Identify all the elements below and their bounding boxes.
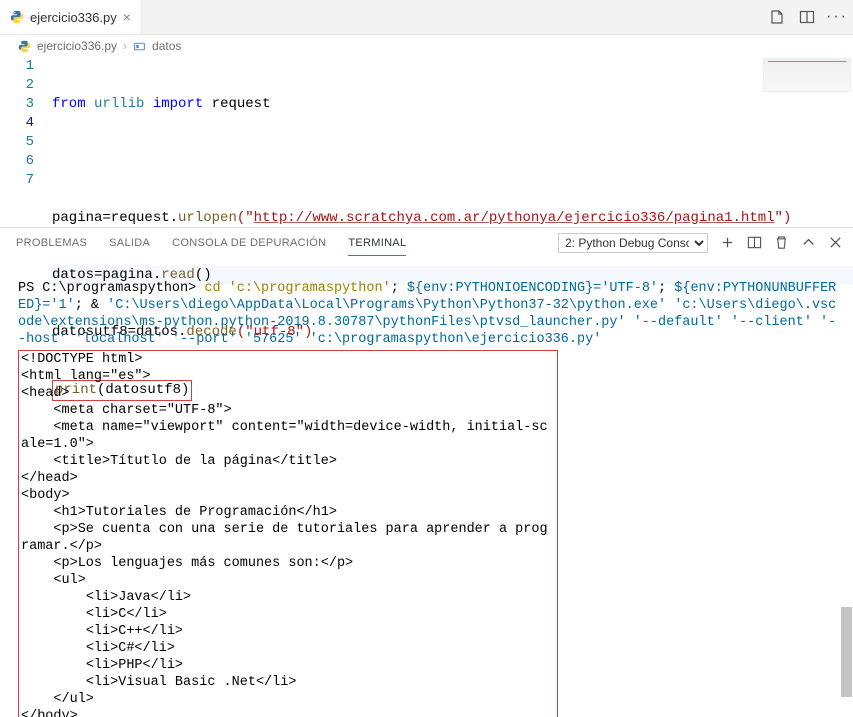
breadcrumb-symbol: datos: [152, 39, 181, 53]
python-file-icon: [10, 10, 24, 24]
compare-icon[interactable]: [769, 9, 785, 25]
maximize-panel-icon[interactable]: [801, 235, 816, 250]
new-terminal-icon[interactable]: [720, 235, 735, 250]
breadcrumb-file: ejercicio336.py: [37, 39, 117, 53]
panel-header: PROBLEMAS SALIDA CONSOLA DE DEPURACIÓN T…: [0, 227, 853, 257]
tab-debug-console[interactable]: CONSOLA DE DEPURACIÓN: [172, 237, 326, 249]
split-editor-icon[interactable]: [799, 9, 815, 25]
terminal[interactable]: PS C:\programaspython> cd 'c:\programasp…: [0, 257, 853, 717]
line-number-gutter: 1 2 3 4 5 6 7: [0, 57, 52, 227]
terminal-output-highlight: <!DOCTYPE html> <html lang="es"> <head> …: [18, 350, 558, 717]
tabbar-actions: ···: [769, 0, 845, 34]
python-file-icon: [18, 40, 31, 53]
tab-problems[interactable]: PROBLEMAS: [16, 237, 87, 249]
breadcrumb-separator: ›: [123, 39, 127, 53]
breadcrumb[interactable]: ejercicio336.py › datos: [0, 35, 853, 57]
terminal-long-command: 'C:\Users\diego\AppData\Local\Programs\P…: [18, 298, 836, 347]
more-actions-icon[interactable]: ···: [829, 9, 845, 25]
tab-bar: ejercicio336.py × ···: [0, 0, 853, 35]
prompt: PS C:\programaspython>: [18, 281, 204, 296]
terminal-scrollbar[interactable]: [840, 257, 853, 717]
kill-terminal-icon[interactable]: [774, 235, 789, 250]
minimap[interactable]: [763, 58, 851, 92]
tab-close-icon[interactable]: ×: [123, 9, 131, 25]
tab-output[interactable]: SALIDA: [109, 237, 150, 249]
close-panel-icon[interactable]: [828, 235, 843, 250]
terminal-selector[interactable]: 2: Python Debug Consc: [558, 233, 708, 253]
editor-tab[interactable]: ejercicio336.py ×: [0, 0, 142, 34]
tab-terminal[interactable]: TERMINAL: [348, 237, 406, 256]
terminal-cmd-cd: cd 'c:\programaspython': [204, 281, 390, 296]
tab-filename: ejercicio336.py: [30, 10, 117, 25]
split-terminal-icon[interactable]: [747, 235, 762, 250]
code-editor[interactable]: 1 2 3 4 5 6 7 from urllib import request…: [0, 57, 853, 227]
code-content[interactable]: from urllib import request pagina=reques…: [52, 57, 853, 227]
variable-symbol-icon: [133, 40, 146, 53]
